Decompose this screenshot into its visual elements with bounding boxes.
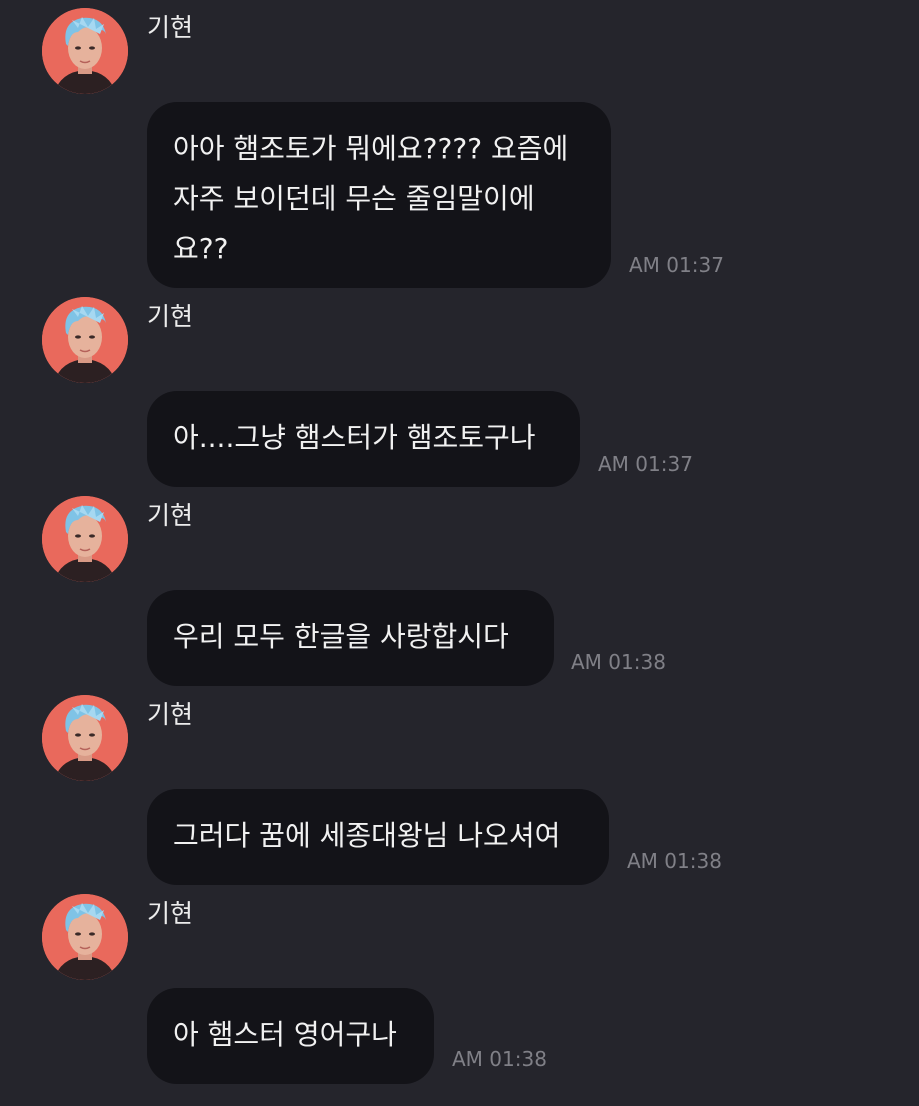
message-bubble[interactable]: 아....그냥 햄스터가 햄조토구나 (147, 391, 580, 487)
sender-name: 기현 (147, 899, 194, 928)
sender-name: 기현 (147, 700, 194, 729)
sender-name: 기현 (147, 302, 194, 331)
avatar[interactable] (42, 496, 128, 582)
sender-name: 기현 (147, 501, 194, 530)
message-timestamp: AM 01:38 (571, 650, 666, 674)
avatar[interactable] (42, 894, 128, 980)
avatar[interactable] (42, 297, 128, 383)
message-timestamp: AM 01:37 (629, 253, 724, 277)
chat-thread: 기현 아아 햄조토가 뭐에요???? 요즘에 자주 보이던데 무슨 줄임말이에 … (0, 0, 919, 1106)
message-bubble[interactable]: 아아 햄조토가 뭐에요???? 요즘에 자주 보이던데 무슨 줄임말이에 요?? (147, 102, 611, 288)
message-timestamp: AM 01:38 (627, 849, 722, 873)
sender-name: 기현 (147, 13, 194, 42)
avatar[interactable] (42, 8, 128, 94)
profile-photo-icon (42, 8, 128, 94)
message-timestamp: AM 01:38 (452, 1047, 547, 1071)
message-bubble[interactable]: 그러다 꿈에 세종대왕님 나오셔여 (147, 789, 609, 885)
profile-photo-icon (42, 297, 128, 383)
message-bubble[interactable]: 아 햄스터 영어구나 (147, 988, 434, 1084)
profile-photo-icon (42, 496, 128, 582)
profile-photo-icon (42, 695, 128, 781)
message-bubble[interactable]: 우리 모두 한글을 사랑합시다 (147, 590, 554, 686)
avatar[interactable] (42, 695, 128, 781)
message-timestamp: AM 01:37 (598, 452, 693, 476)
profile-photo-icon (42, 894, 128, 980)
